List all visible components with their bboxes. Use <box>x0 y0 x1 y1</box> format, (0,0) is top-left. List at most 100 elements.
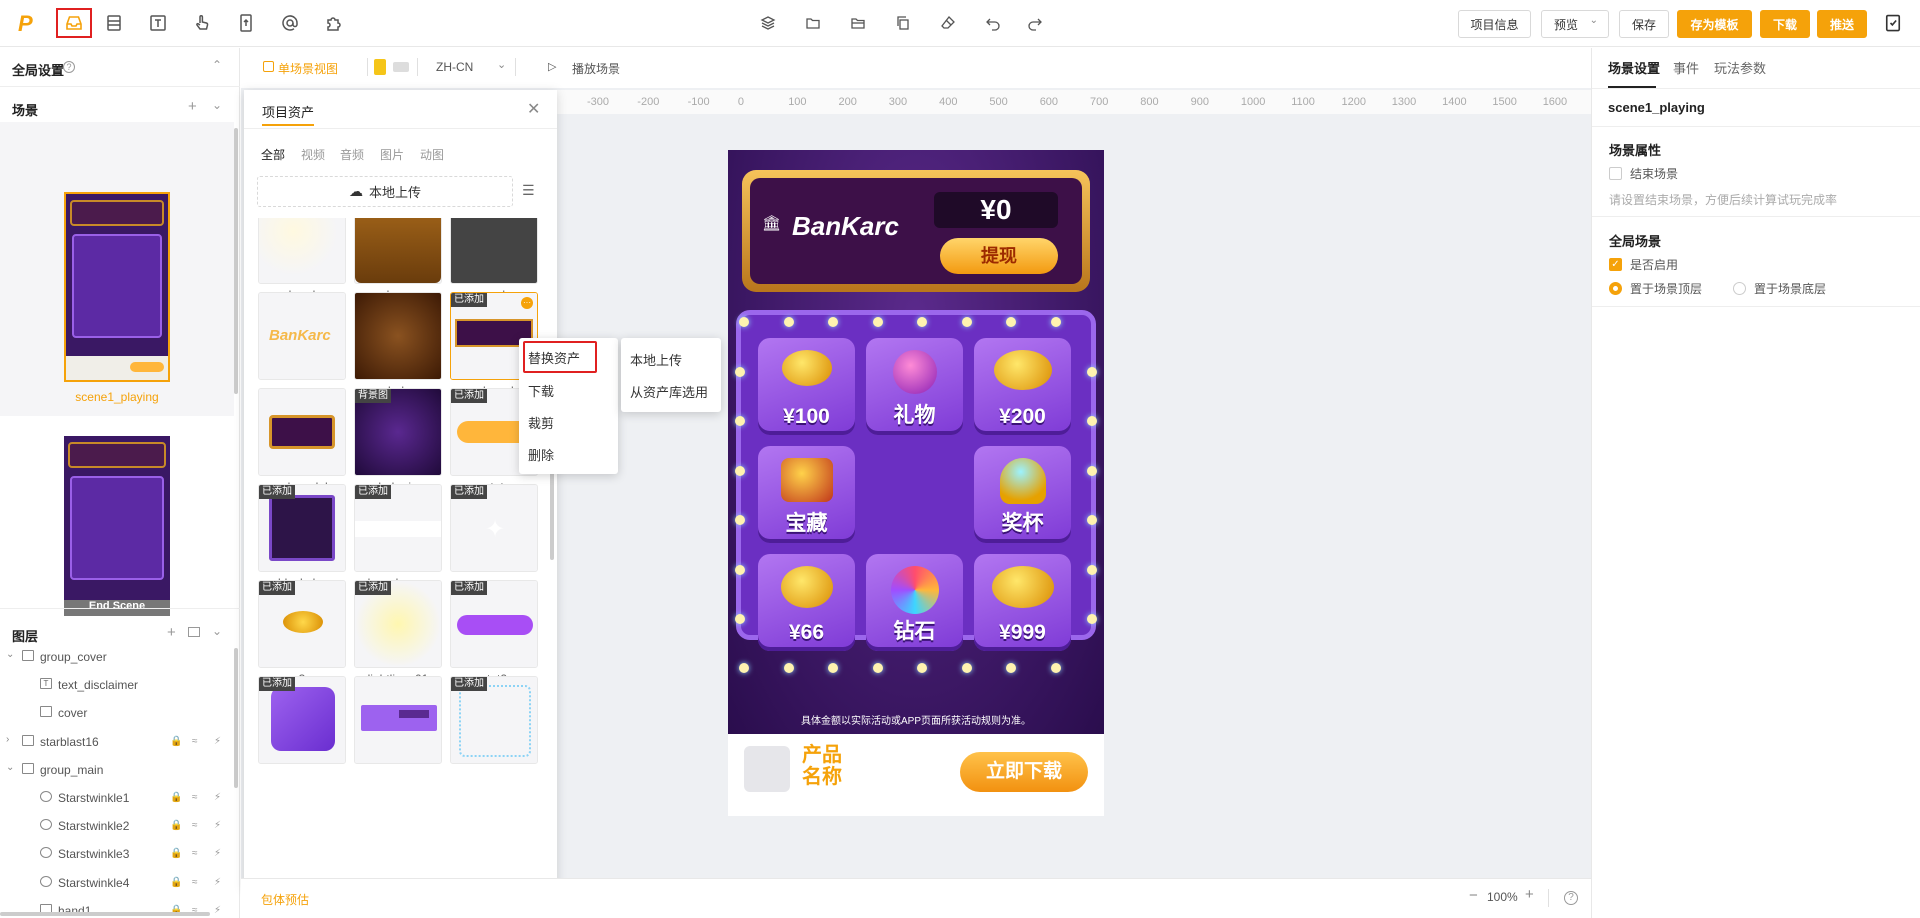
layout-list-icon[interactable] <box>101 10 127 36</box>
asset-tile[interactable]: 已添加 <box>450 676 538 764</box>
language-select[interactable]: ZH-CN <box>436 60 473 74</box>
chevron-down-icon[interactable]: ⌄ <box>212 98 222 112</box>
asset-tile[interactable] <box>354 218 442 284</box>
asset-tile[interactable]: BanKarc <box>258 292 346 380</box>
zoom-in-icon[interactable]: + <box>1525 886 1534 903</box>
prize-cell[interactable]: 钻石 <box>866 554 963 651</box>
add-layer-icon[interactable]: + <box>167 624 176 641</box>
bolt-icon[interactable]: ⚡ <box>214 905 221 916</box>
scrollbar[interactable] <box>234 648 238 788</box>
layers-icon[interactable] <box>758 13 778 33</box>
lock-icon[interactable]: 🔒 <box>170 792 182 803</box>
play-scene-button[interactable]: 播放场景 <box>572 60 620 77</box>
chevron-down-icon[interactable]: ⌄ <box>497 58 506 71</box>
folder-icon[interactable] <box>803 13 823 33</box>
asset-category-tab[interactable]: 全部 <box>261 146 285 163</box>
horizontal-scrollbar[interactable] <box>0 912 210 916</box>
asset-tile[interactable]: 已添加 <box>450 580 538 668</box>
asset-tile[interactable] <box>354 676 442 764</box>
view-mode-label[interactable]: 单场景视图 <box>278 60 338 77</box>
package-estimate-link[interactable]: 包体预估 <box>261 891 309 908</box>
bolt-icon[interactable]: ⚡ <box>214 820 221 831</box>
asset-category-tab[interactable]: 视频 <box>301 146 325 163</box>
bolt-icon[interactable]: ⚡ <box>214 877 221 888</box>
tab-events[interactable]: 事件 <box>1673 58 1699 77</box>
asset-tile[interactable]: 已添加 <box>258 580 346 668</box>
asset-tile[interactable]: 已添加 <box>354 484 442 572</box>
layer-row[interactable]: Starstwinkle3 🔒 ≈ ⚡ <box>0 840 232 868</box>
layer-row[interactable]: Starstwinkle4 🔒 ≈ ⚡ <box>0 869 232 897</box>
menu-item-crop[interactable]: 裁剪 <box>528 413 554 432</box>
phone-preview[interactable]: 🏛 BanKarc ¥0 提现 ¥100 礼物 ¥200 宝藏 奖杯 ¥66 钻石 ¥999 … <box>728 150 1104 816</box>
checklist-icon[interactable] <box>1882 12 1904 34</box>
prize-cell[interactable]: ¥200 <box>974 338 1071 435</box>
prize-cell[interactable]: ¥100 <box>758 338 855 435</box>
asset-tile[interactable] <box>258 388 346 476</box>
puzzle-icon[interactable] <box>321 10 347 36</box>
scene-card-1[interactable]: scene1_playing <box>0 122 234 416</box>
prize-cell[interactable]: ¥66 <box>758 554 855 651</box>
push-button[interactable]: 推送 <box>1817 10 1867 38</box>
asset-category-tab[interactable]: 音频 <box>340 146 364 163</box>
menu-item-from-library[interactable]: 从资产库选用 <box>630 382 708 401</box>
eraser-icon[interactable] <box>938 13 958 33</box>
chevron-down-icon[interactable]: ⌄ <box>212 624 222 638</box>
layer-row[interactable]: Starstwinkle1 🔒 ≈ ⚡ <box>0 784 232 812</box>
prize-cell[interactable]: ¥999 <box>974 554 1071 651</box>
save-button[interactable]: 保存 <box>1619 10 1669 38</box>
layer-row[interactable]: › starblast16 🔒 ≈ ⚡ <box>0 728 232 756</box>
prize-cell[interactable]: 奖杯 <box>974 446 1071 543</box>
layer-row[interactable]: ⌄ group_cover <box>0 643 232 671</box>
inbox-icon[interactable] <box>56 8 92 38</box>
preview-dropdown[interactable]: 预览 ⌄ <box>1541 10 1609 38</box>
asset-tile[interactable]: ✦ 已添加 <box>450 484 538 572</box>
chevron-right-icon[interactable]: › <box>6 734 9 745</box>
help-icon[interactable]: ? <box>63 61 75 73</box>
text-icon[interactable] <box>145 10 171 36</box>
bolt-icon[interactable]: ⚡ <box>214 736 221 747</box>
project-info-button[interactable]: 项目信息 <box>1458 10 1531 38</box>
layer-row[interactable]: ⌄ group_main <box>0 756 232 784</box>
eye-icon[interactable]: ≈ <box>192 820 198 831</box>
chevron-down-icon[interactable]: ⌄ <box>6 762 14 773</box>
help-icon[interactable]: ? <box>1564 891 1578 905</box>
enabled-checkbox[interactable]: ✓ <box>1609 258 1622 271</box>
lock-icon[interactable]: 🔒 <box>170 820 182 831</box>
upload-file-icon[interactable] <box>233 10 259 36</box>
color-swatch-gray[interactable] <box>393 62 409 72</box>
scrollbar[interactable] <box>234 128 238 394</box>
layer-row[interactable]: Starstwinkle2 🔒 ≈ ⚡ <box>0 812 232 840</box>
hand-pointer-icon[interactable] <box>189 10 215 36</box>
menu-item-local-upload[interactable]: 本地上传 <box>630 350 682 369</box>
chevron-down-icon[interactable]: ⌄ <box>6 649 14 660</box>
lock-icon[interactable]: 🔒 <box>170 736 182 747</box>
download-now-button[interactable]: 立即下载 <box>960 752 1088 792</box>
zoom-out-icon[interactable]: − <box>1469 887 1478 904</box>
tab-scene-settings[interactable]: 场景设置 <box>1608 58 1660 77</box>
collapse-icon[interactable]: ⌃ <box>212 58 222 72</box>
radio-top-selected[interactable] <box>1609 282 1622 295</box>
save-template-button[interactable]: 存为模板 <box>1677 10 1752 38</box>
end-scene-checkbox[interactable] <box>1609 167 1622 180</box>
download-button[interactable]: 下载 <box>1760 10 1810 38</box>
menu-item-replace-asset[interactable]: 替换资产 <box>528 348 580 367</box>
copy-icon[interactable] <box>893 13 913 33</box>
scene-card-2[interactable]: End Scene <box>64 436 170 616</box>
layer-row[interactable]: cover <box>0 699 232 727</box>
folder-icon[interactable] <box>188 627 200 637</box>
eye-icon[interactable]: ≈ <box>192 848 198 859</box>
color-swatch-yellow[interactable] <box>374 59 386 75</box>
asset-tile[interactable] <box>450 218 538 284</box>
asset-tile[interactable]: 背景图 <box>354 388 442 476</box>
asset-category-tab[interactable]: 图片 <box>380 146 404 163</box>
menu-item-delete[interactable]: 删除 <box>528 445 554 464</box>
eye-icon[interactable]: ≈ <box>192 736 198 747</box>
prize-cell[interactable]: 宝藏 <box>758 446 855 543</box>
asset-tile[interactable]: 已添加 <box>258 676 346 764</box>
at-sign-icon[interactable] <box>277 10 303 36</box>
undo-icon[interactable] <box>983 13 1003 33</box>
lock-icon[interactable]: 🔒 <box>170 848 182 859</box>
play-icon[interactable]: ▷ <box>548 60 556 73</box>
prize-cell[interactable]: 礼物 <box>866 338 963 435</box>
radio-bottom[interactable] <box>1733 282 1746 295</box>
